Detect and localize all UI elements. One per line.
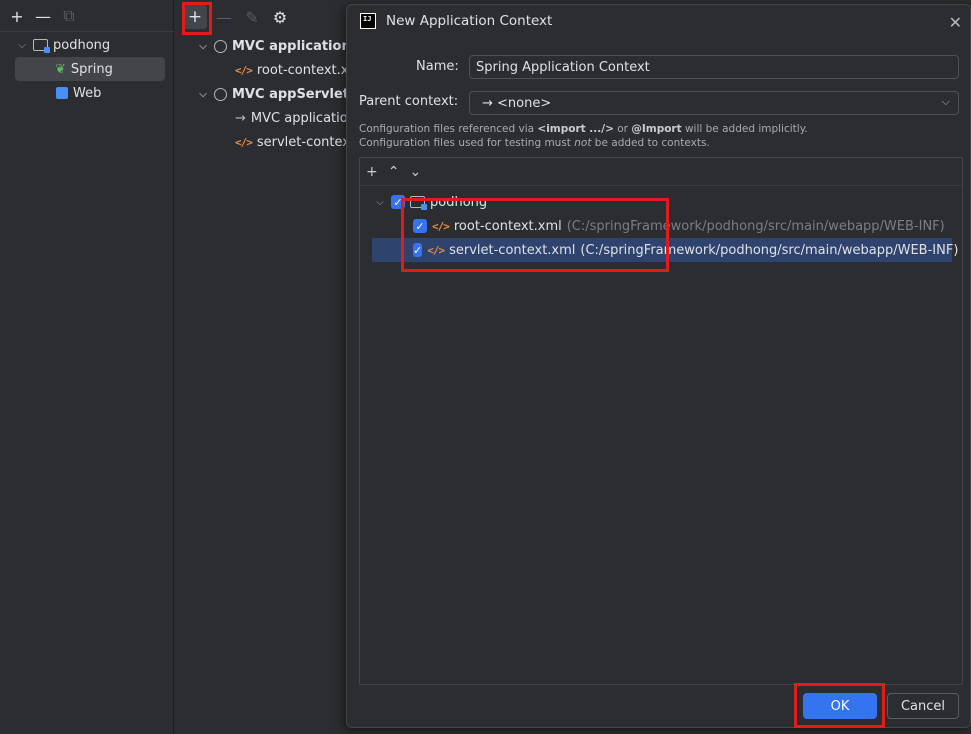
tree-item-podhong[interactable]: ⌵ podhong	[16, 33, 110, 57]
intellij-logo-icon: IJ	[360, 13, 376, 29]
tree-item-web[interactable]: Web	[56, 81, 101, 105]
remove-icon[interactable]: —	[32, 5, 54, 27]
add-icon[interactable]: +	[366, 164, 378, 180]
name-field[interactable]: Spring Application Context	[469, 55, 959, 79]
remove-icon: —	[216, 7, 232, 27]
add-icon[interactable]: +	[6, 5, 28, 27]
tree-item-label: Spring	[70, 61, 113, 77]
web-facet-icon	[56, 87, 68, 99]
context-file-item[interactable]: </> servlet-contex	[235, 130, 350, 154]
tree-item-label: Web	[73, 85, 102, 101]
highlight-box	[182, 2, 212, 35]
hint-line-1: Configuration files referenced via <impo…	[359, 123, 808, 135]
context-icon	[214, 87, 227, 101]
context-label: MVC appServlet s	[232, 86, 355, 102]
dialog-title: New Application Context	[386, 13, 553, 29]
facets-panel: + — ⧉ ⌵ podhong ❦ Spring Web	[0, 0, 174, 734]
context-file-label: servlet-contex	[256, 134, 350, 150]
chevron-down-icon: ⌵	[941, 95, 950, 108]
tree-item-spring[interactable]: ❦ Spring	[15, 57, 165, 81]
chevron-down-icon: ⌵	[199, 88, 207, 100]
highlight-box	[794, 683, 885, 728]
tree-item-label: podhong	[53, 37, 111, 53]
files-toolbar: + ⌃ ⌄	[360, 158, 962, 186]
context-item[interactable]: ⌵ MVC application c	[197, 34, 355, 58]
chevron-down-icon: ⌵	[376, 196, 384, 208]
edit-icon: ✎	[245, 7, 259, 27]
context-label: MVC application c	[232, 38, 355, 54]
expand-all-icon[interactable]: ⌃	[388, 164, 400, 180]
contexts-panel: + — ✎ ⚙ ⌵ MVC application c </> root-con…	[175, 0, 355, 734]
collapse-all-icon[interactable]: ⌄	[409, 164, 421, 180]
facets-toolbar: + — ⧉	[0, 0, 80, 32]
context-icon	[214, 39, 227, 53]
arrow-right-icon: →	[235, 110, 246, 126]
config-files-tree: + ⌃ ⌄ ⌵ ✓ podhong ✓ </> root-context.xml…	[359, 157, 963, 685]
new-application-context-dialog: IJ New Application Context ✕ Name: Sprin…	[346, 4, 971, 728]
cancel-button[interactable]: Cancel	[887, 693, 959, 719]
chevron-down-icon: ⌵	[199, 40, 207, 52]
xml-file-icon: </>	[235, 135, 253, 149]
context-file-item[interactable]: </> root-context.x	[235, 58, 348, 82]
copy-icon: ⧉	[63, 6, 75, 25]
xml-file-icon: </>	[235, 63, 253, 77]
parent-context-label: Parent context:	[359, 94, 459, 109]
dialog-title-bar: IJ New Application Context	[360, 13, 552, 29]
hint-line-2: Configuration files used for testing mus…	[359, 137, 710, 149]
context-file-label: root-context.x	[256, 62, 349, 78]
parent-context-combo[interactable]: → <none> ⌵	[469, 91, 959, 115]
module-icon	[33, 39, 50, 53]
parent-context-item[interactable]: → MVC applicatio	[235, 106, 348, 130]
parent-context-label: MVC applicatio	[250, 110, 348, 126]
highlight-box	[401, 198, 669, 272]
close-icon[interactable]: ✕	[949, 13, 962, 32]
chevron-down-icon: ⌵	[18, 39, 26, 51]
name-label: Name:	[416, 59, 459, 74]
settings-icon[interactable]: ⚙	[269, 6, 291, 28]
context-item[interactable]: ⌵ MVC appServlet s	[197, 82, 355, 106]
parent-context-value: → <none>	[482, 95, 552, 111]
spring-leaf-icon: ❦	[55, 61, 66, 77]
